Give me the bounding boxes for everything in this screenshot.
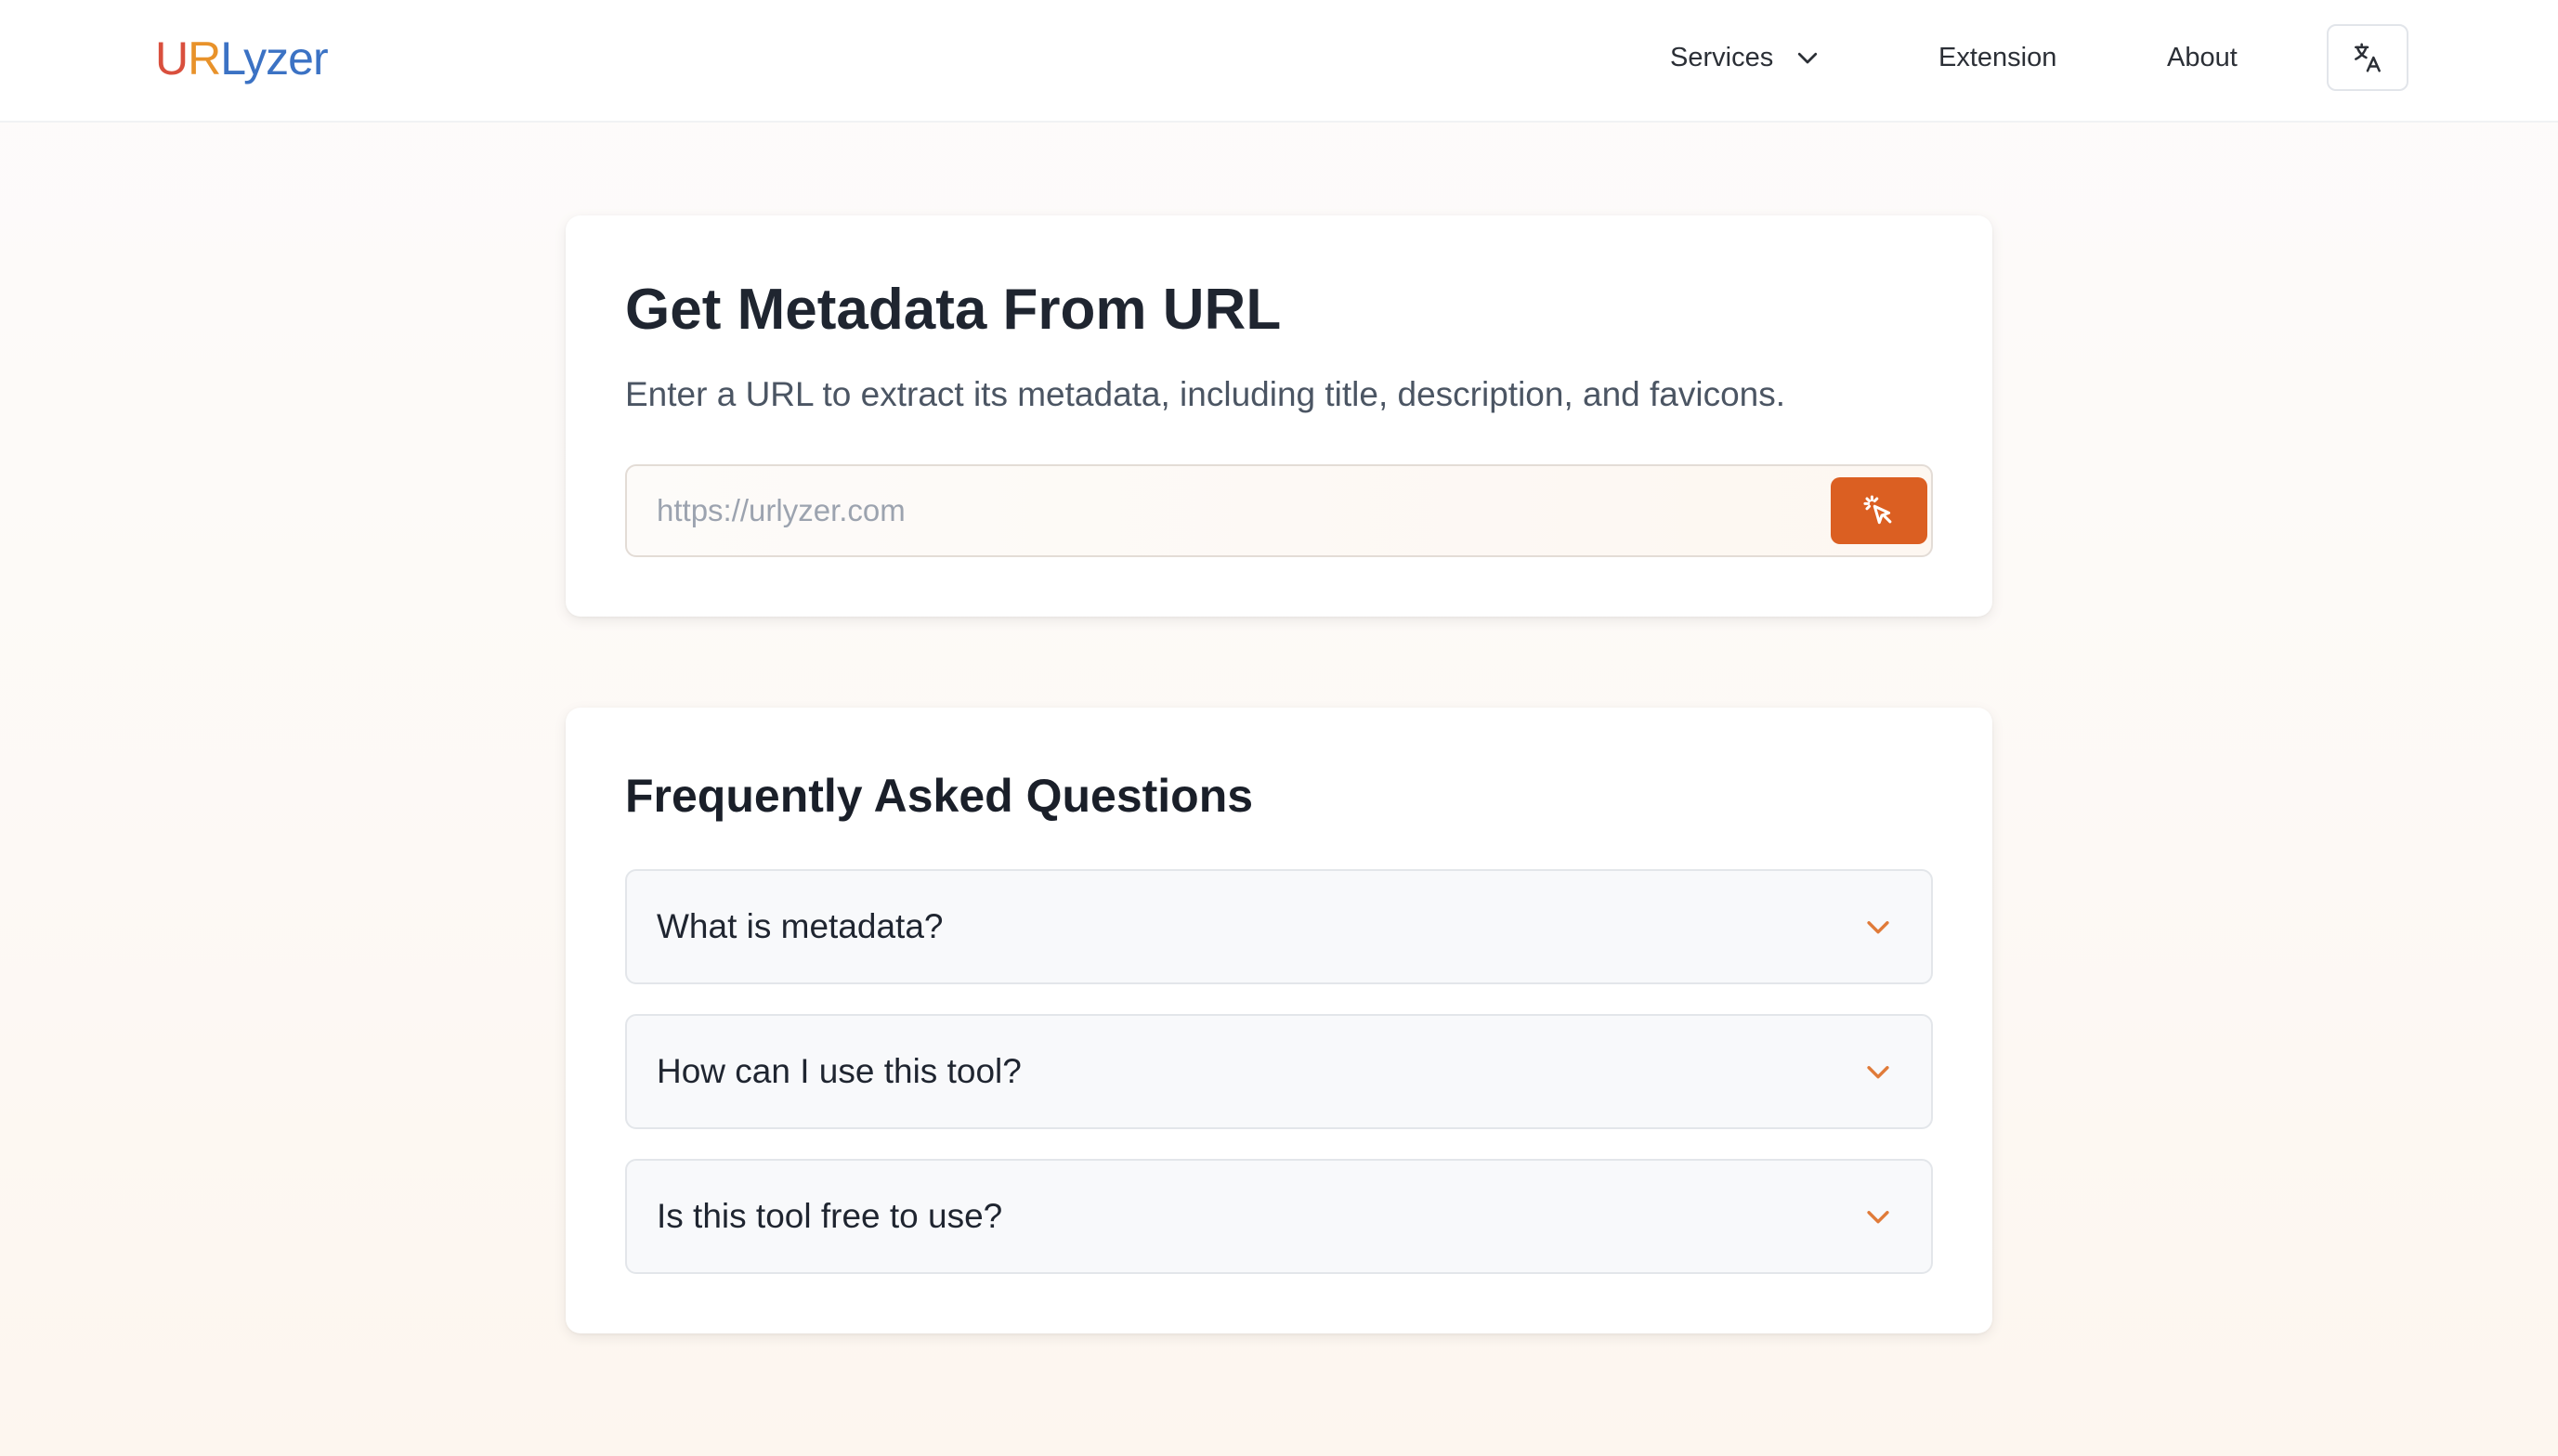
faq-item-how-to-use[interactable]: How can I use this tool?: [625, 1014, 1933, 1129]
chevron-down-icon: [1798, 52, 1818, 64]
nav-services-label: Services: [1670, 42, 1774, 72]
logo-letter-u: U: [155, 32, 189, 84]
site-header: URLyzer Services Extension About: [0, 0, 2558, 123]
logo-word-lyzer: Lyzer: [220, 32, 328, 84]
chevron-down-icon: [1867, 921, 1889, 934]
chevron-down-icon: [1867, 1211, 1889, 1224]
nav-extension-label: Extension: [1938, 42, 2057, 72]
faq-card: Frequently Asked Questions What is metad…: [566, 708, 1992, 1333]
faq-heading: Frequently Asked Questions: [625, 770, 1254, 822]
page-subtitle: Enter a URL to extract its metadata, inc…: [625, 375, 1786, 413]
pointer-click-icon: [1863, 495, 1892, 525]
nav-extension[interactable]: Extension: [1938, 0, 2056, 115]
faq-item-is-free[interactable]: Is this tool free to use?: [625, 1159, 1933, 1274]
nav-services[interactable]: Services: [1670, 0, 1821, 115]
nav-about[interactable]: About: [2167, 0, 2238, 115]
site-logo[interactable]: URLyzer: [155, 28, 329, 89]
url-input[interactable]: [657, 466, 1846, 555]
translate-icon: [2355, 43, 2381, 72]
extract-metadata-button[interactable]: [1831, 477, 1927, 544]
faq-question: How can I use this tool?: [657, 1052, 1022, 1090]
metadata-extractor-card: Get Metadata From URL Enter a URL to ext…: [566, 215, 1992, 617]
faq-question: What is metadata?: [657, 907, 944, 945]
page-title: Get Metadata From URL: [625, 278, 1282, 342]
logo-letter-r: R: [188, 32, 221, 84]
faq-question: Is this tool free to use?: [657, 1197, 1003, 1235]
language-button[interactable]: [2327, 24, 2408, 91]
url-input-group: [625, 464, 1933, 557]
faq-item-what-is-metadata[interactable]: What is metadata?: [625, 869, 1933, 984]
chevron-down-icon: [1867, 1066, 1889, 1079]
nav-about-label: About: [2167, 42, 2238, 72]
